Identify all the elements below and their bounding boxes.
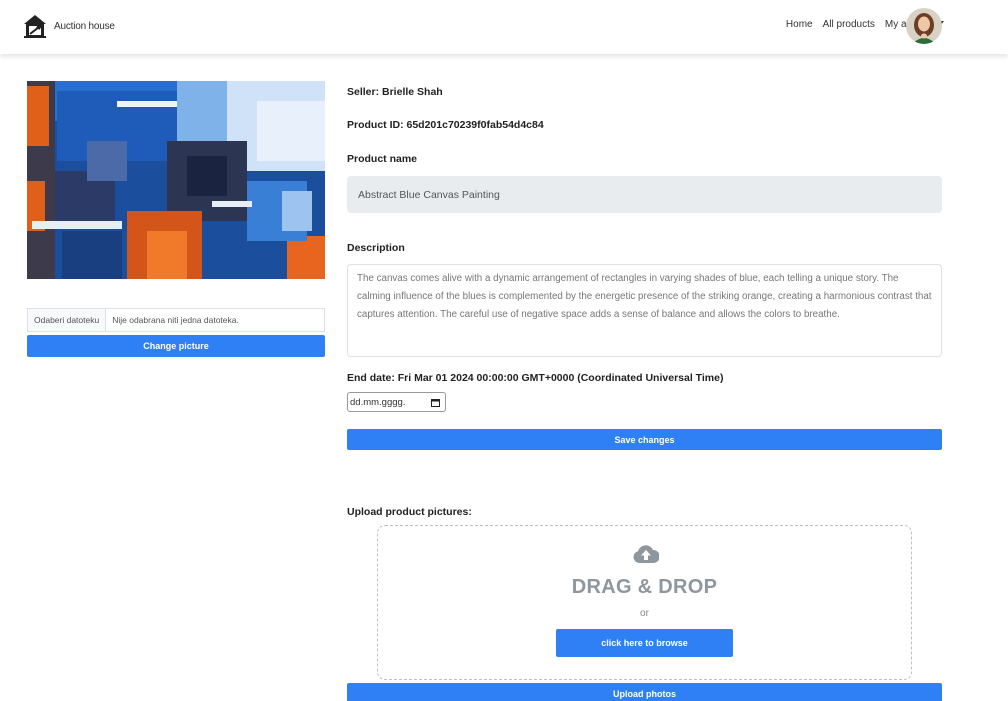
brand[interactable]: Auction house xyxy=(22,12,115,40)
navbar: Auction house Home All products My accou… xyxy=(0,0,1008,54)
save-changes-button[interactable]: Save changes xyxy=(347,429,942,450)
file-input[interactable]: Odaberi datoteku Nije odabrana niti jedn… xyxy=(27,308,325,332)
auction-house-logo-icon xyxy=(24,15,46,38)
product-image xyxy=(27,81,325,279)
brand-name: Auction house xyxy=(54,20,115,32)
drag-drop-title: DRAG & DROP xyxy=(571,576,718,598)
end-date-input[interactable]: dd.mm.gggg. xyxy=(347,392,446,412)
choose-file-button[interactable]: Odaberi datoteku xyxy=(28,309,107,331)
upload-photos-button[interactable]: Upload photos xyxy=(347,683,942,701)
abstract-painting-image xyxy=(27,81,325,279)
product-name-label: Product name xyxy=(347,153,418,165)
end-date-label: End date: Fri Mar 01 2024 00:00:00 GMT+0… xyxy=(347,372,724,384)
nav-home[interactable]: Home xyxy=(786,19,813,30)
product-id-label: Product ID: 65d201c70239f0fab54d4c84 xyxy=(347,119,544,131)
product-name-input[interactable]: Abstract Blue Canvas Painting xyxy=(347,176,942,213)
upload-label: Upload product pictures: xyxy=(347,506,472,518)
nav-all-products[interactable]: All products xyxy=(823,19,875,30)
avatar[interactable] xyxy=(906,8,942,44)
description-textarea[interactable]: The canvas comes alive with a dynamic ar… xyxy=(347,264,942,357)
change-picture-button[interactable]: Change picture xyxy=(27,335,325,357)
calendar-icon[interactable] xyxy=(431,398,440,407)
browse-button[interactable]: click here to browse xyxy=(556,629,733,657)
seller-label: Seller: Brielle Shah xyxy=(347,86,443,98)
dropzone[interactable]: DRAG & DROP or click here to browse xyxy=(377,525,912,680)
user-avatar-icon xyxy=(906,8,942,44)
or-text: or xyxy=(640,608,649,619)
date-placeholder: dd.mm.gggg. xyxy=(350,396,406,408)
description-label: Description xyxy=(347,242,405,254)
cloud-upload-icon xyxy=(633,545,659,563)
file-status-text: Nije odabrana niti jedna datoteka. xyxy=(112,315,239,325)
